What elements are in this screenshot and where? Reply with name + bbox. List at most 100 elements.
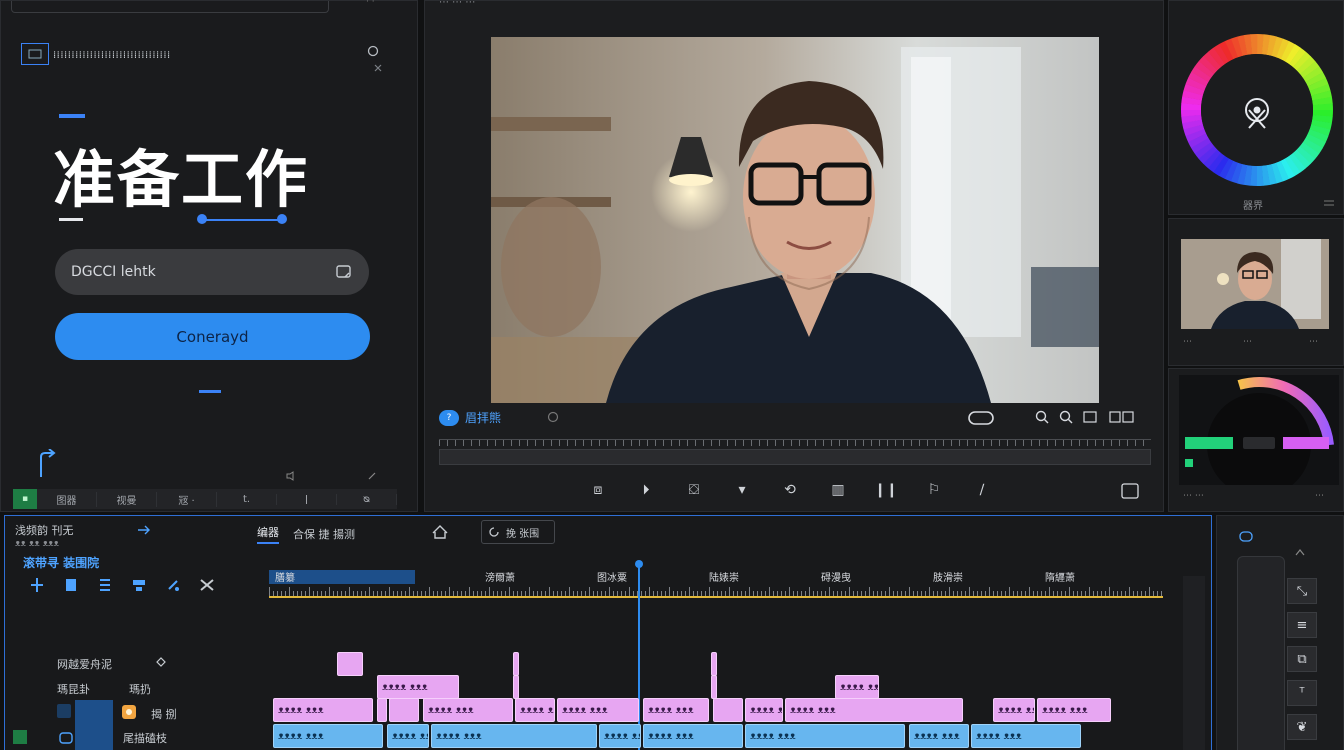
- project-name-field[interactable]: [55, 249, 369, 295]
- copy-icon[interactable]: [335, 264, 353, 280]
- right-tool-buttons: ⤡ ≡ ⧉ ᵀ ❦: [1287, 578, 1317, 740]
- video-clip[interactable]: ᴥᴥᴥᴥ ᴥᴥᴥ: [745, 724, 905, 748]
- image-track-icon[interactable]: [121, 704, 137, 720]
- audio-clip[interactable]: ᴥᴥᴥᴥ ᴥᴥᴥ: [273, 698, 373, 722]
- audio-clip[interactable]: ᴥᴥᴥᴥ ᴥᴥᴥ: [745, 698, 783, 722]
- project-name-input[interactable]: [71, 264, 335, 280]
- preview-tab[interactable]: ⋯ ⋯ ⋯: [439, 0, 475, 8]
- effect-tool-button[interactable]: ❦: [1287, 714, 1317, 740]
- audio-clip[interactable]: ᴥᴥᴥᴥ ᴥᴥᴥ: [515, 698, 555, 722]
- list-tool-button[interactable]: ≡: [1287, 612, 1317, 638]
- fit-view-icon[interactable]: [1083, 411, 1097, 423]
- ripple-tool-icon[interactable]: [95, 576, 115, 594]
- flag-button[interactable]: ⚐: [921, 479, 947, 501]
- settings-icon[interactable]: [1109, 411, 1135, 423]
- video-preview[interactable]: [491, 37, 1099, 403]
- media-thumbnail[interactable]: [1181, 239, 1329, 329]
- preview-scrub-track[interactable]: [439, 449, 1151, 465]
- timeline-sequence-label[interactable]: 滚带寻 装围院: [23, 554, 99, 571]
- audio-clip[interactable]: [713, 698, 743, 722]
- help-icon[interactable]: [367, 45, 379, 57]
- split-tool-icon[interactable]: [27, 576, 47, 594]
- toolbar-item-4[interactable]: t.: [217, 493, 277, 505]
- scope-meter[interactable]: [1179, 375, 1339, 485]
- slider-knob-start[interactable]: [197, 214, 207, 224]
- record-icon[interactable]: [547, 411, 559, 423]
- toolbar-item-6[interactable]: ᴓ: [337, 493, 397, 505]
- chevron-up-icon[interactable]: [1295, 548, 1305, 556]
- timeline-scrollbar[interactable]: [1183, 576, 1205, 750]
- audio-clip[interactable]: [389, 698, 419, 722]
- slash-button[interactable]: ∕: [969, 479, 995, 501]
- cut-tool-icon[interactable]: [197, 576, 217, 594]
- track-enable-toggle[interactable]: [13, 730, 27, 744]
- video-clip[interactable]: ᴥᴥᴥᴥ ᴥᴥᴥ: [971, 724, 1081, 748]
- title-accent-top: [59, 114, 85, 118]
- fullscreen-icon[interactable]: [1121, 483, 1139, 499]
- audio-clip[interactable]: ᴥᴥᴥᴥ ᴥᴥᴥ: [993, 698, 1035, 722]
- video-track-toggle[interactable]: [57, 704, 71, 718]
- toolbar-item-1[interactable]: 图器: [37, 491, 97, 507]
- crop-tool-button[interactable]: ⤡: [1287, 578, 1317, 604]
- play-button[interactable]: ⏵: [633, 479, 659, 501]
- video-clip[interactable]: ᴥᴥᴥᴥ ᴥᴥᴥ: [273, 724, 383, 748]
- mark-in-button[interactable]: ⧈: [585, 479, 611, 501]
- text-tool-button[interactable]: ᵀ: [1287, 680, 1317, 706]
- progress-slider-track[interactable]: [201, 219, 283, 221]
- video-clip[interactable]: ᴥᴥᴥᴥ ᴥᴥᴥ: [431, 724, 597, 748]
- speaker-icon[interactable]: [286, 471, 296, 481]
- scope-meta-left: ⋯ ⋯: [1183, 491, 1204, 501]
- toolbar-item-2[interactable]: 视曼: [97, 491, 157, 507]
- volume-meter-slot[interactable]: [1237, 556, 1285, 750]
- track-header-0: 网越爱舟泥: [57, 658, 112, 671]
- audio-clip[interactable]: [711, 652, 717, 676]
- snap-tool-icon[interactable]: [129, 576, 149, 594]
- select-tool-icon[interactable]: [61, 576, 81, 594]
- lock-track-icon[interactable]: [59, 732, 73, 744]
- slider-knob-end[interactable]: [277, 214, 287, 224]
- cloud-icon[interactable]: [1239, 530, 1253, 542]
- video-clip[interactable]: ᴥᴥᴥᴥ ᴥᴥᴥ: [599, 724, 641, 748]
- video-clip[interactable]: ᴥᴥᴥᴥ ᴥᴥᴥ: [909, 724, 969, 748]
- audio-clip[interactable]: [513, 675, 519, 699]
- audio-clip[interactable]: ᴥᴥᴥᴥ ᴥᴥᴥ: [785, 698, 963, 722]
- audio-clip[interactable]: ᴥᴥᴥᴥ ᴥᴥᴥ: [643, 698, 709, 722]
- audio-clip[interactable]: ᴥᴥᴥᴥ ᴥᴥᴥ: [423, 698, 513, 722]
- app-logo-icon: [21, 43, 49, 65]
- share-icon[interactable]: [137, 524, 151, 536]
- toolbar-item-5[interactable]: ǀ: [277, 493, 337, 505]
- audio-clip[interactable]: [377, 698, 387, 722]
- timeline-tracks[interactable]: ᴥᴥᴥᴥ ᴥᴥᴥ ᴥᴥᴥᴥ ᴥᴥ ᴥᴥᴥᴥ ᴥ ᴥᴥ ᴥᴥᴥᴥ ᴥ ᴥᴥ ᴥᴥᴥᴥ ᴥ ᴥᴥᴥ…: [269, 516, 1179, 750]
- audio-clip[interactable]: ᴥᴥᴥᴥ ᴥᴥᴥ: [377, 675, 459, 699]
- video-clip[interactable]: ᴥᴥᴥᴥ ᴥᴥᴥ: [643, 724, 743, 748]
- audio-clip[interactable]: ᴥᴥᴥᴥ ᴥᴥᴥ: [1037, 698, 1111, 722]
- loop-icon[interactable]: [967, 409, 995, 427]
- grid-button[interactable]: ▥: [825, 479, 851, 501]
- track-selection-block[interactable]: [75, 700, 113, 750]
- video-clip[interactable]: ᴥᴥᴥᴥ ᴥᴥᴥ: [387, 724, 429, 748]
- dropdown-button[interactable]: ▾: [729, 479, 755, 501]
- transform-tool-button[interactable]: ⧉: [1287, 646, 1317, 672]
- color-wheel[interactable]: [1169, 1, 1344, 191]
- audio-clip[interactable]: [711, 675, 717, 699]
- video-frame-image: [491, 37, 1099, 403]
- pause-button[interactable]: ❙❙: [873, 479, 899, 501]
- wheel-menu-icon[interactable]: [1323, 199, 1335, 207]
- timecode[interactable]: ? 眉拝熊: [439, 409, 501, 426]
- undo-button[interactable]: ⟲: [777, 479, 803, 501]
- toolbar-item-0[interactable]: ▪: [13, 489, 37, 509]
- zoom-in-icon[interactable]: [1035, 410, 1049, 424]
- stop-button[interactable]: ⛋: [681, 479, 707, 501]
- audio-clip[interactable]: [513, 652, 519, 676]
- audio-clip[interactable]: ᴥᴥᴥᴥ ᴥᴥᴥ: [835, 675, 879, 699]
- link-tool-icon[interactable]: [163, 576, 183, 594]
- pin-icon[interactable]: [367, 471, 377, 481]
- toolbar-item-3[interactable]: 㓂 ·: [157, 491, 217, 507]
- zoom-out-icon[interactable]: [1059, 410, 1073, 424]
- audio-clip[interactable]: ᴥᴥᴥᴥ ᴥᴥᴥ: [557, 698, 639, 722]
- continue-button[interactable]: Conerayd: [55, 313, 370, 360]
- return-arrow-icon[interactable]: [37, 449, 59, 479]
- audio-clip[interactable]: [337, 652, 363, 676]
- close-icon[interactable]: [373, 63, 383, 73]
- audio-track-icon[interactable]: [155, 656, 167, 668]
